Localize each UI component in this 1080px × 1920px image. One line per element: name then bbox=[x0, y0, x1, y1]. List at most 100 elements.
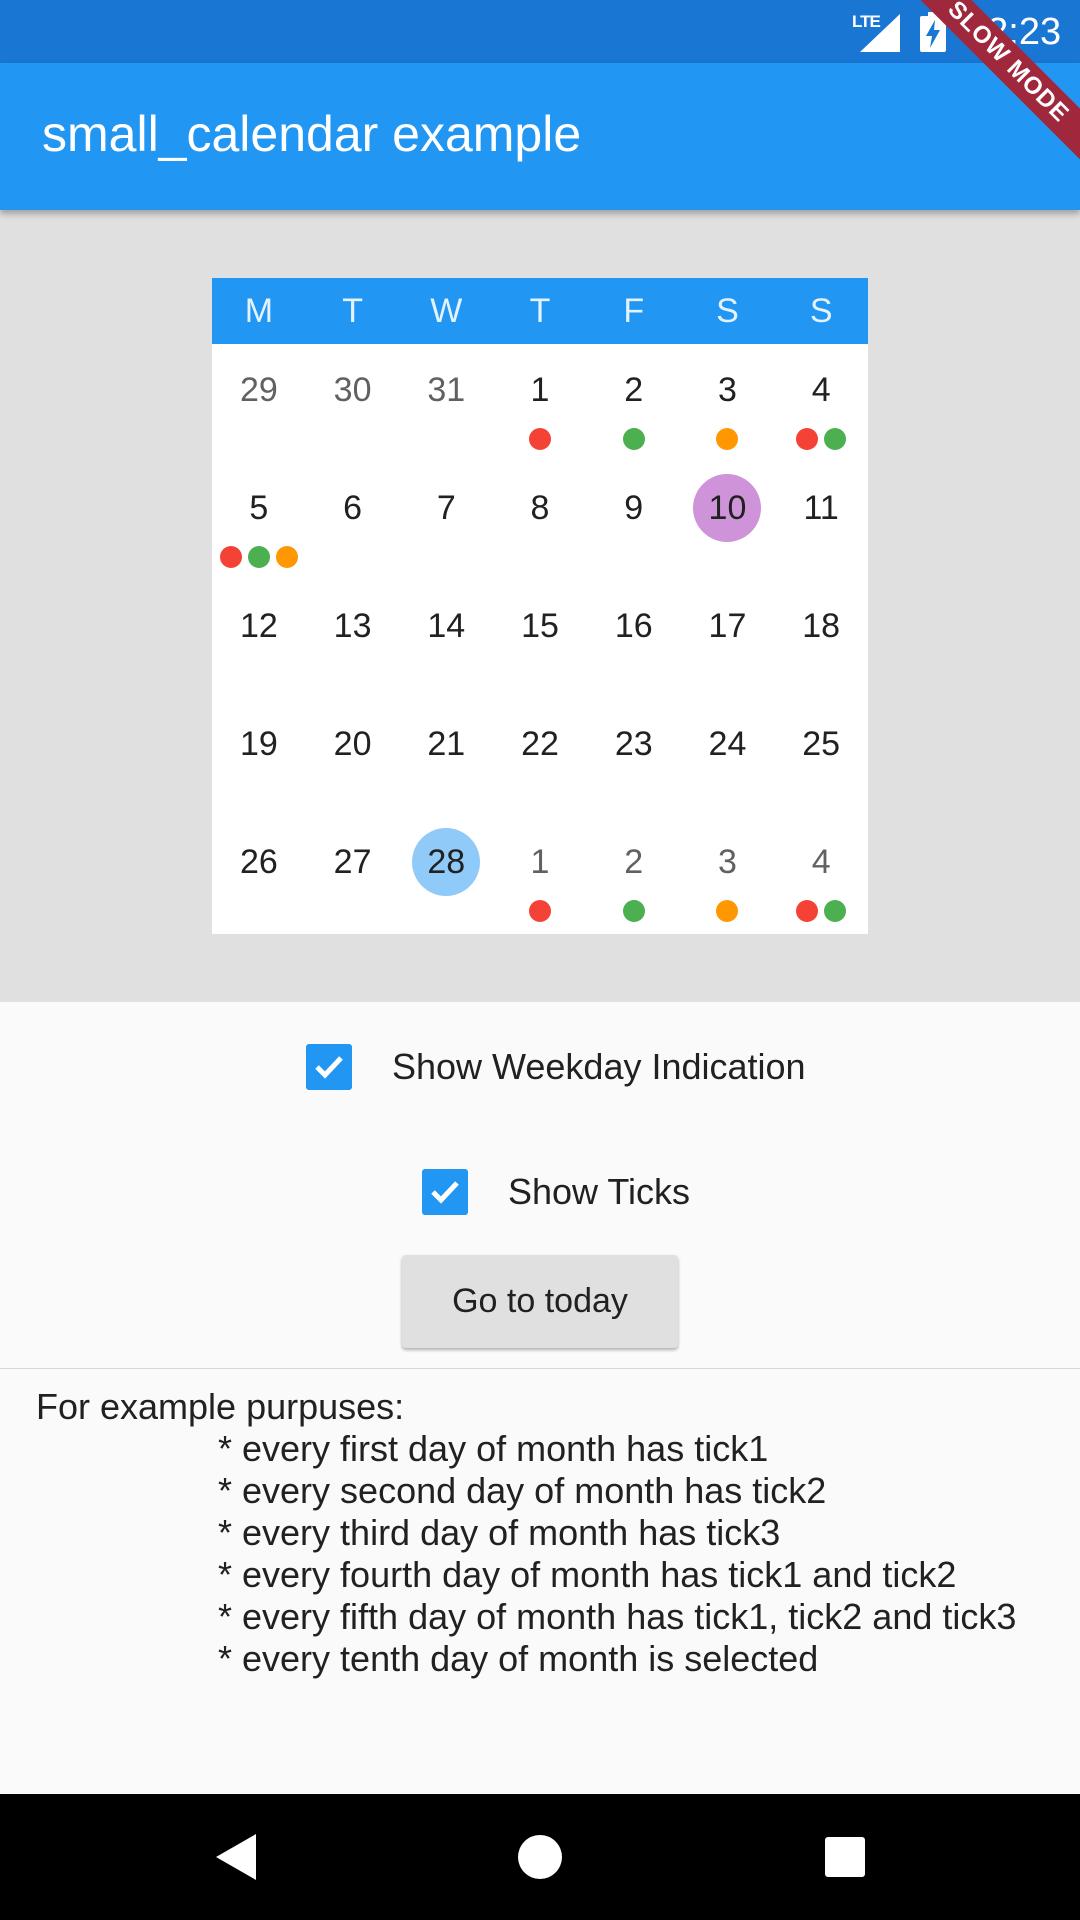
calendar-day[interactable]: 13 bbox=[306, 580, 400, 698]
calendar-day[interactable]: 31 bbox=[399, 344, 493, 462]
weekday-label: S bbox=[809, 292, 833, 330]
day-number: 9 bbox=[624, 489, 644, 527]
signal-icon bbox=[860, 14, 900, 57]
calendar-day[interactable]: 24 bbox=[681, 698, 775, 816]
calendar-day[interactable]: 22 bbox=[493, 698, 587, 816]
app-bar: small_calendar example bbox=[0, 63, 1080, 210]
ticks-option[interactable]: Show Ticks bbox=[422, 1169, 690, 1215]
weekday-indication-option[interactable]: Show Weekday Indication bbox=[306, 1044, 806, 1090]
weekday-label: T bbox=[529, 292, 551, 330]
day-number: 7 bbox=[436, 489, 456, 527]
day-number: 27 bbox=[333, 843, 372, 881]
day-number: 4 bbox=[811, 843, 831, 881]
day-number: 20 bbox=[333, 725, 372, 763]
weekday-label: F bbox=[623, 292, 645, 330]
calendar-day[interactable]: 3 bbox=[681, 816, 775, 934]
recents-icon[interactable] bbox=[822, 1832, 868, 1887]
t1-dot bbox=[796, 428, 819, 450]
weekday-indication-checkbox[interactable] bbox=[306, 1044, 352, 1090]
day-number: 13 bbox=[333, 607, 372, 645]
calendar-day[interactable]: 16 bbox=[587, 580, 681, 698]
calendar-day[interactable]: 11 bbox=[774, 462, 868, 580]
controls: Show Weekday Indication Show Ticks Go to… bbox=[0, 1002, 1080, 1367]
day-number: 25 bbox=[802, 725, 841, 763]
calendar-day[interactable]: 27 bbox=[306, 816, 400, 934]
calendar-day[interactable]: 7 bbox=[399, 462, 493, 580]
t1-dot bbox=[796, 900, 819, 922]
day-number: 18 bbox=[802, 607, 841, 645]
calendar-day[interactable]: 3 bbox=[681, 344, 775, 462]
description: For example purpuses: * every first day … bbox=[36, 1386, 1066, 1680]
calendar-day[interactable]: 14 bbox=[399, 580, 493, 698]
weekday-indication-label: Show Weekday Indication bbox=[392, 1046, 806, 1087]
calendar-week: 5 6 7 8 9 10 11 bbox=[212, 462, 868, 580]
ticks-checkbox[interactable] bbox=[422, 1169, 468, 1215]
description-line: * every fourth day of month has tick1 an… bbox=[218, 1554, 957, 1595]
calendar-day[interactable]: 4 bbox=[774, 816, 868, 934]
day-number: 23 bbox=[614, 725, 653, 763]
day-ticks bbox=[681, 428, 775, 450]
description-line: * every second day of month has tick2 bbox=[218, 1470, 827, 1511]
calendar-day[interactable]: 19 bbox=[212, 698, 306, 816]
weekday-label: W bbox=[430, 292, 463, 330]
calendar-day[interactable]: 12 bbox=[212, 580, 306, 698]
calendar-day[interactable]: 18 bbox=[774, 580, 868, 698]
day-number: 8 bbox=[530, 489, 550, 527]
weekday-header: M T W T F S S bbox=[212, 278, 868, 344]
t3-dot bbox=[716, 428, 739, 450]
t3-dot bbox=[716, 900, 739, 922]
calendar-day[interactable]: 29 bbox=[212, 344, 306, 462]
description-line: * every first day of month has tick1 bbox=[218, 1428, 769, 1469]
t1-dot bbox=[219, 546, 242, 568]
calendar-day[interactable]: 21 bbox=[399, 698, 493, 816]
calendar-day[interactable]: 1 bbox=[493, 344, 587, 462]
day-ticks bbox=[587, 900, 681, 922]
calendar: M T W T F S S 29 30 31 1 2 3 4 5 6 7 8 9 10 11 12 13 14 1… bbox=[212, 278, 868, 934]
day-number: 1 bbox=[530, 371, 550, 409]
description-line: * every third day of month has tick3 bbox=[218, 1512, 781, 1553]
calendar-day[interactable]: 1 bbox=[493, 816, 587, 934]
calendar-day-today[interactable]: 28 bbox=[399, 816, 493, 934]
day-number: 17 bbox=[708, 607, 747, 645]
calendar-day[interactable]: 2 bbox=[587, 344, 681, 462]
calendar-grid: 29 30 31 1 2 3 4 5 6 7 8 9 10 11 12 13 14 15 16 17 18 19 20 21 2… bbox=[212, 344, 868, 934]
t2-dot bbox=[824, 900, 847, 922]
calendar-day[interactable]: 2 bbox=[587, 816, 681, 934]
day-number: 11 bbox=[803, 489, 839, 527]
go-to-today-button[interactable]: Go to today bbox=[402, 1255, 678, 1348]
calendar-day[interactable]: 30 bbox=[306, 344, 400, 462]
day-number: 3 bbox=[717, 371, 737, 409]
calendar-day[interactable]: 20 bbox=[306, 698, 400, 816]
day-ticks bbox=[774, 428, 868, 450]
calendar-day[interactable]: 4 bbox=[774, 344, 868, 462]
calendar-day[interactable]: 8 bbox=[493, 462, 587, 580]
calendar-week: 19 20 21 22 23 24 25 bbox=[212, 698, 868, 816]
day-ticks bbox=[493, 900, 587, 922]
day-number: 19 bbox=[239, 725, 278, 763]
back-icon[interactable] bbox=[212, 1832, 260, 1887]
day-number: 22 bbox=[521, 725, 559, 763]
calendar-day[interactable]: 17 bbox=[681, 580, 775, 698]
calendar-week: 29 30 31 1 2 3 4 bbox=[212, 344, 868, 462]
calendar-day[interactable]: 23 bbox=[587, 698, 681, 816]
calendar-day[interactable]: 5 bbox=[212, 462, 306, 580]
calendar-day[interactable]: 26 bbox=[212, 816, 306, 934]
calendar-week: 12 13 14 15 16 17 18 bbox=[212, 580, 868, 698]
description-line: * every fifth day of month has tick1, ti… bbox=[218, 1596, 1017, 1637]
check-icon bbox=[431, 1181, 459, 1204]
day-number: 6 bbox=[343, 489, 363, 527]
calendar-day[interactable]: 25 bbox=[774, 698, 868, 816]
day-number: 1 bbox=[530, 843, 550, 881]
calendar-day[interactable]: 6 bbox=[306, 462, 400, 580]
day-number: 31 bbox=[427, 371, 466, 409]
t2-dot bbox=[622, 428, 645, 450]
app-title: small_calendar example bbox=[42, 106, 582, 162]
day-number: 10 bbox=[693, 474, 762, 542]
calendar-day[interactable]: 15 bbox=[493, 580, 587, 698]
calendar-day-selected[interactable]: 10 bbox=[681, 462, 775, 580]
calendar-day[interactable]: 9 bbox=[587, 462, 681, 580]
t2-dot bbox=[247, 546, 270, 568]
day-number: 5 bbox=[249, 489, 269, 527]
home-icon[interactable] bbox=[516, 1832, 564, 1887]
t1-dot bbox=[529, 900, 552, 922]
